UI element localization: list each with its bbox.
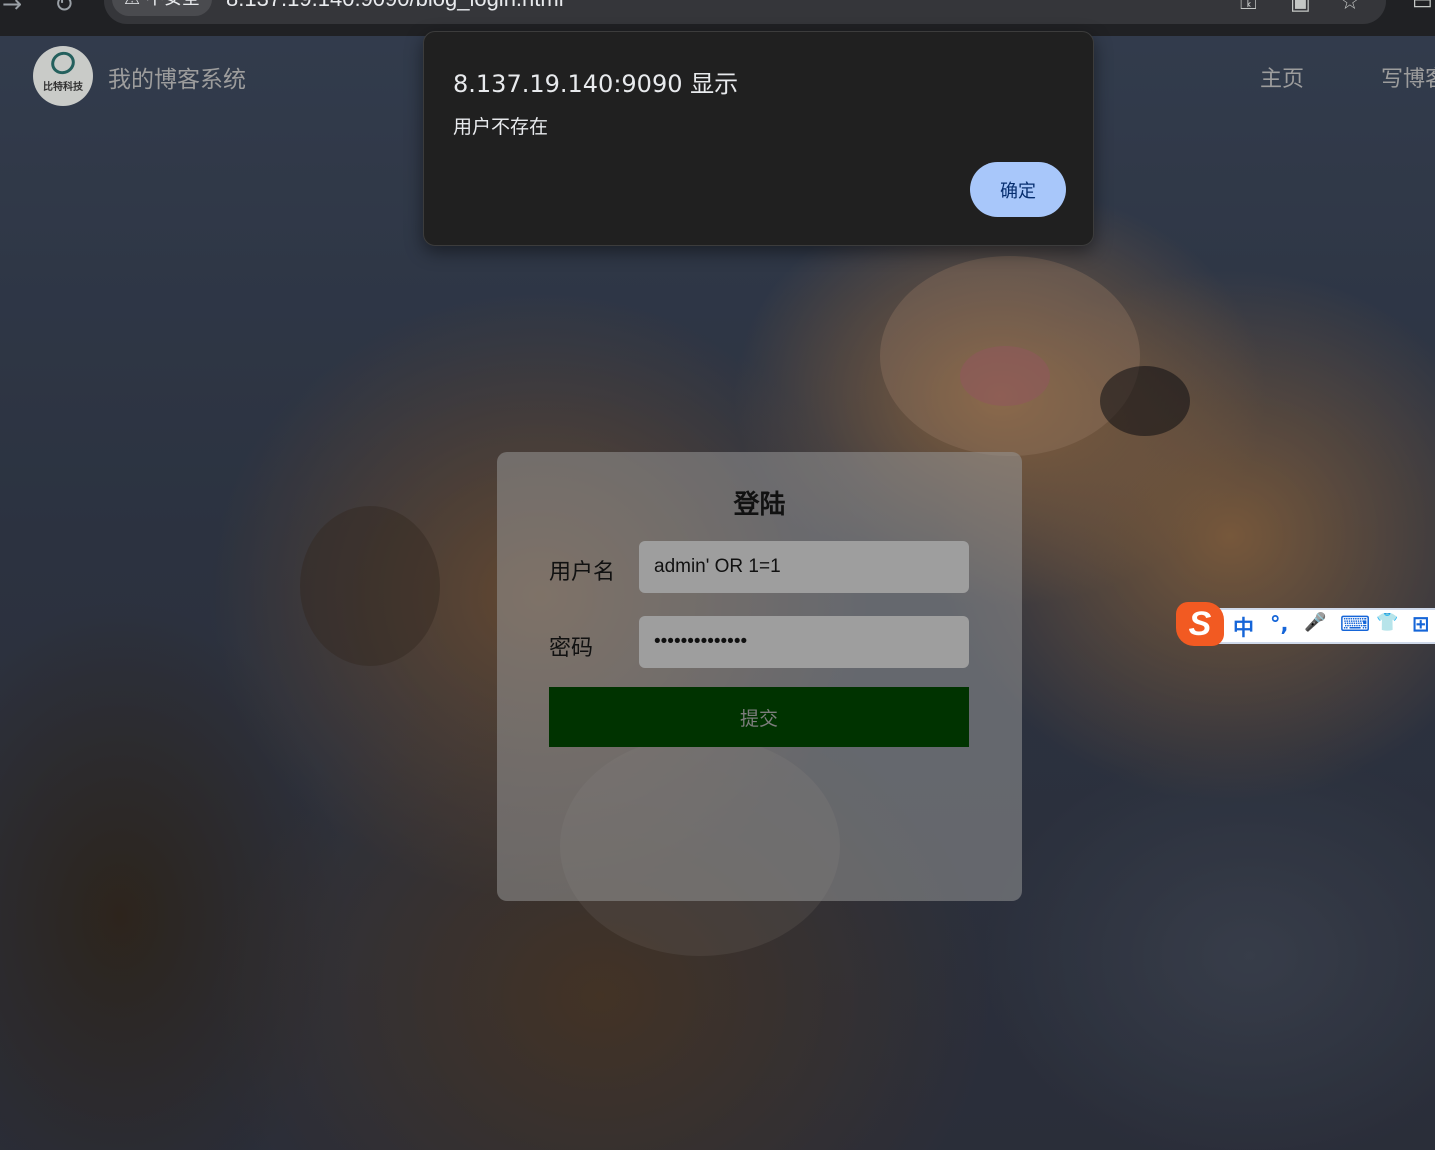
alert-title: 8.137.19.140:9090 显示 bbox=[453, 70, 739, 98]
password-input[interactable] bbox=[639, 616, 969, 668]
nav-link-home[interactable]: 主页 bbox=[1260, 61, 1304, 93]
sogou-logo-icon[interactable]: S bbox=[1176, 602, 1224, 646]
translate-icon[interactable]: ▣ bbox=[1290, 0, 1311, 15]
submit-button[interactable]: 提交 bbox=[549, 687, 969, 747]
alert-dialog: 8.137.19.140:9090 显示 用户不存在 确定 bbox=[423, 31, 1094, 246]
toolbox-grid-icon[interactable]: ⊞ bbox=[1412, 612, 1430, 636]
login-card: 登陆 用户名 密码 提交 bbox=[497, 452, 1022, 901]
password-label: 密码 bbox=[549, 636, 594, 661]
alert-message: 用户不存在 bbox=[453, 116, 549, 138]
security-warning-chip[interactable]: ⚠ 不安全 bbox=[112, 0, 212, 16]
site-logo[interactable]: 比特科技 bbox=[33, 46, 93, 106]
username-input[interactable] bbox=[639, 541, 969, 593]
forward-icon[interactable]: → bbox=[2, 0, 22, 18]
login-title: 登陆 bbox=[733, 490, 786, 520]
url-text[interactable]: 8.137.19.140:9090/blog_login.html bbox=[226, 0, 564, 12]
alert-ok-button[interactable]: 确定 bbox=[970, 162, 1066, 217]
keyboard-icon[interactable]: ⌨ bbox=[1340, 612, 1370, 636]
ime-chinese-mode[interactable]: 中 bbox=[1233, 612, 1254, 642]
nav-link-write-blog[interactable]: 写博客 bbox=[1381, 61, 1435, 93]
reload-icon[interactable]: ↻ bbox=[54, 0, 74, 18]
password-key-icon[interactable]: ⚿ bbox=[1240, 0, 1257, 15]
logo-ring-icon bbox=[47, 47, 79, 79]
site-title: 我的博客系统 bbox=[108, 67, 246, 93]
bookmark-star-icon[interactable]: ☆ bbox=[1340, 0, 1360, 15]
ime-toolbar: S 中 °, 🎤 ⌨ 👕 ⊞ bbox=[1176, 602, 1435, 646]
logo-text: 比特科技 bbox=[43, 82, 83, 93]
microphone-icon[interactable]: 🎤 bbox=[1304, 612, 1326, 633]
ime-punctuation-icon[interactable]: °, bbox=[1270, 612, 1288, 636]
profile-icon[interactable]: ▭ bbox=[1412, 0, 1433, 15]
username-label: 用户名 bbox=[549, 560, 616, 585]
skin-shirt-icon[interactable]: 👕 bbox=[1376, 612, 1398, 633]
